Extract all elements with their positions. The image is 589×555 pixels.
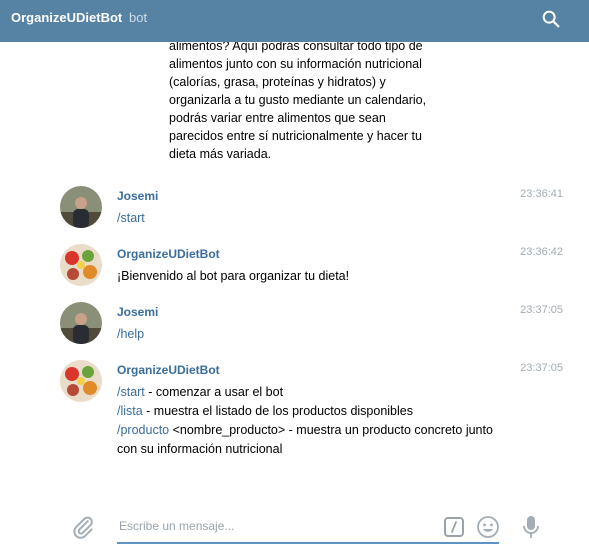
intro-line: parecidos entre sí nutricionalmente y ha… [169,129,422,143]
microphone-icon[interactable] [522,515,540,539]
command-link[interactable]: /producto [117,423,169,437]
commands-button[interactable] [444,517,464,537]
intro-line: organizarla a tu gusto mediante un calen… [169,93,427,107]
command-link[interactable]: /start [117,211,145,225]
message-time: 23:37:05 [520,362,563,374]
emoji-icon[interactable] [476,515,500,539]
search-icon[interactable] [540,8,562,30]
chat-title[interactable]: OrganizeUDietBot [11,10,122,25]
help-description: con su información nutricional [117,442,283,456]
message-time: 23:36:41 [520,188,563,200]
message-history[interactable]: alimentos? Aquí podrás consultar todo ti… [0,42,589,500]
intro-message-text: alimentos? Aquí podrás consultar todo ti… [169,42,449,163]
chat-subtitle: bot [129,10,148,25]
slash-icon [451,521,457,533]
avatar[interactable] [60,186,102,228]
help-description: <nombre_producto> - muestra un producto … [169,423,493,437]
help-line: /lista - muestra el listado de los produ… [117,402,517,421]
help-message-text: /start - comenzar a usar el bot /lista -… [117,383,517,459]
message-time: 23:37:05 [520,304,563,316]
command-link[interactable]: /lista [117,404,143,418]
sender-name[interactable]: OrganizeUDietBot [117,247,220,261]
paperclip-icon[interactable] [70,514,96,540]
avatar[interactable] [60,244,102,286]
help-description: - muestra el listado de los productos di… [142,404,413,418]
command-link[interactable]: /help [117,327,144,341]
help-line: con su información nutricional [117,440,517,459]
command-link[interactable]: /start [117,385,145,399]
sender-name[interactable]: Josemi [117,189,158,203]
intro-line: (calorías, grasa, proteínas y hidratos) … [169,75,386,89]
intro-line: dieta más variada. [169,147,272,161]
help-line: /start - comenzar a usar el bot [117,383,517,402]
sender-name[interactable]: Josemi [117,305,158,319]
intro-line: alimentos junto con su información nutri… [169,57,422,71]
sender-name[interactable]: OrganizeUDietBot [117,363,220,377]
message-time: 23:36:42 [520,246,563,258]
help-line: /producto <nombre_producto> - muestra un… [117,421,517,440]
help-description: - comenzar a usar el bot [144,385,284,399]
intro-line: podrás variar entre alimentos que sean [169,111,386,125]
message-input[interactable] [117,510,499,544]
intro-line: alimentos? Aquí podrás consultar todo ti… [169,42,423,53]
avatar[interactable] [60,360,102,402]
avatar[interactable] [60,302,102,344]
message-composer [0,500,589,555]
message-text: ¡Bienvenido al bot para organizar tu die… [117,269,350,283]
chat-header: OrganizeUDietBot bot [0,0,589,42]
